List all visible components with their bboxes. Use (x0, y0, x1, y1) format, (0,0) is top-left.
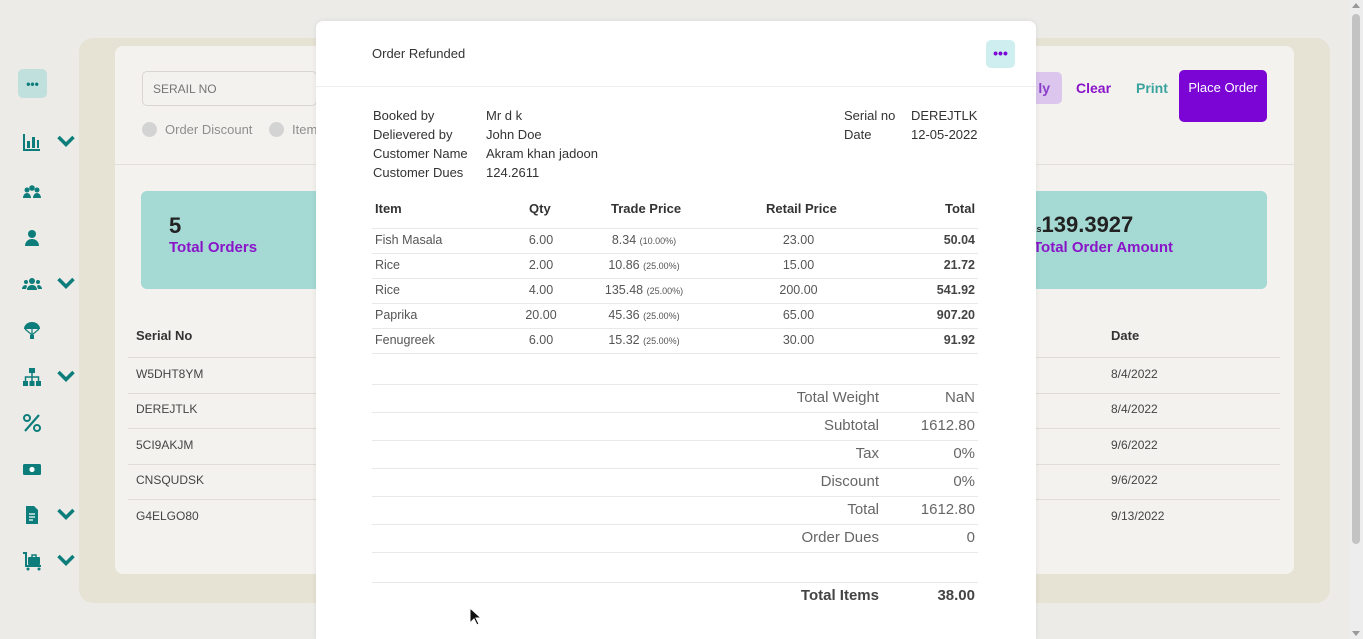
trade-price-value: 10.86 (608, 258, 640, 272)
retail-price-col-header: Retail Price (766, 201, 837, 216)
item-trade-price: 8.34 (10.00%) (584, 233, 704, 247)
tax-label: Tax (855, 445, 879, 462)
item-trade-price: 135.48 (25.00%) (584, 283, 704, 297)
items-end-divider (372, 353, 978, 354)
trade-price-value: 45.36 (608, 308, 640, 322)
summary-divider (372, 496, 978, 497)
total-col-header: Total (945, 201, 976, 216)
item-name: Paprika (375, 308, 418, 322)
total-items-value: 38.00 (937, 587, 975, 604)
mouse-pointer-icon (469, 607, 483, 626)
modal-divider (316, 86, 1036, 87)
item-name: Fish Masala (375, 233, 443, 247)
trade-discount-value: (25.00%) (643, 336, 680, 346)
trade-price-value: 135.48 (604, 283, 644, 297)
delivered-by-label: Delievered by (373, 127, 453, 142)
order-detail-modal: Order Refunded ••• Booked by Mr d k Deli… (316, 21, 1036, 639)
item-retail-price: 200.00 (779, 283, 818, 297)
date-label: Date (844, 127, 872, 142)
scroll-thumb[interactable] (1352, 14, 1360, 544)
trade-price-value: 8.34 (611, 233, 637, 247)
item-retail-price: 30.00 (782, 333, 815, 347)
summary-divider (372, 524, 978, 525)
modal-title: Order Refunded (372, 46, 466, 61)
item-total: 91.92 (943, 333, 975, 347)
total-weight-value: NaN (944, 389, 975, 406)
summary-divider (372, 440, 978, 441)
item-name: Rice (375, 283, 401, 297)
item-retail-price: 23.00 (782, 233, 815, 247)
item-total: 541.92 (936, 283, 975, 297)
trade-discount-value: (10.00%) (639, 236, 677, 246)
summary-divider (372, 384, 978, 385)
trade-discount-value: (25.00%) (643, 261, 680, 271)
booked-by-value: Mr d k (486, 108, 523, 123)
item-total: 907.20 (936, 308, 975, 322)
discount-value: 0% (953, 473, 975, 490)
serial-no-label: Serial no (844, 108, 896, 123)
subtotal-label: Subtotal (823, 417, 879, 434)
tax-value: 0% (953, 445, 975, 462)
item-total: 50.04 (943, 233, 975, 247)
total-weight-label: Total Weight (796, 389, 879, 406)
order-dues-label: Order Dues (801, 529, 879, 546)
grand-total-label: Total (847, 501, 879, 518)
page-scrollbar[interactable] (1349, 0, 1363, 639)
item-col-header: Item (375, 201, 402, 216)
discount-label: Discount (820, 473, 879, 490)
item-qty: 6.00 (528, 233, 554, 247)
scroll-up-icon[interactable] (1352, 3, 1360, 8)
serial-no-value: DEREJTLK (911, 108, 978, 123)
customer-dues-label: Customer Dues (373, 165, 464, 180)
item-row-divider (372, 253, 978, 254)
items-header-divider (372, 228, 978, 229)
item-name: Fenugreek (375, 333, 435, 347)
item-trade-price: 15.32 (25.00%) (584, 333, 704, 347)
qty-col-header: Qty (529, 201, 551, 216)
summary-divider (372, 468, 978, 469)
summary-divider (372, 552, 978, 553)
subtotal-value: 1612.80 (920, 417, 975, 434)
item-trade-price: 10.86 (25.00%) (584, 258, 704, 272)
trade-price-value: 15.32 (608, 333, 640, 347)
order-dues-value: 0 (966, 529, 975, 546)
summary-divider (372, 582, 978, 583)
customer-name-label: Customer Name (373, 146, 468, 161)
item-total: 21.72 (943, 258, 975, 272)
item-retail-price: 15.00 (782, 258, 815, 272)
trade-discount-value: (25.00%) (646, 286, 684, 296)
item-row-divider (372, 303, 978, 304)
trade-price-col-header: Trade Price (611, 201, 682, 216)
item-trade-price: 45.36 (25.00%) (584, 308, 704, 322)
delivered-by-value: John Doe (486, 127, 542, 142)
date-value: 12-05-2022 (911, 127, 978, 142)
trade-discount-value: (25.00%) (643, 311, 680, 321)
item-name: Rice (375, 258, 401, 272)
item-row-divider (372, 328, 978, 329)
item-qty: 2.00 (528, 258, 554, 272)
item-qty: 6.00 (528, 333, 554, 347)
scroll-down-icon[interactable] (1352, 631, 1360, 636)
grand-total-value: 1612.80 (920, 501, 975, 518)
booked-by-label: Booked by (373, 108, 435, 123)
item-retail-price: 65.00 (782, 308, 815, 322)
item-qty: 4.00 (528, 283, 554, 297)
modal-menu-button[interactable]: ••• (986, 40, 1015, 68)
item-row-divider (372, 278, 978, 279)
customer-dues-value: 124.2611 (486, 165, 540, 180)
customer-name-value: Akram khan jadoon (486, 146, 599, 161)
total-items-label: Total Items (800, 587, 879, 604)
summary-divider (372, 412, 978, 413)
item-qty: 20.00 (525, 308, 557, 322)
